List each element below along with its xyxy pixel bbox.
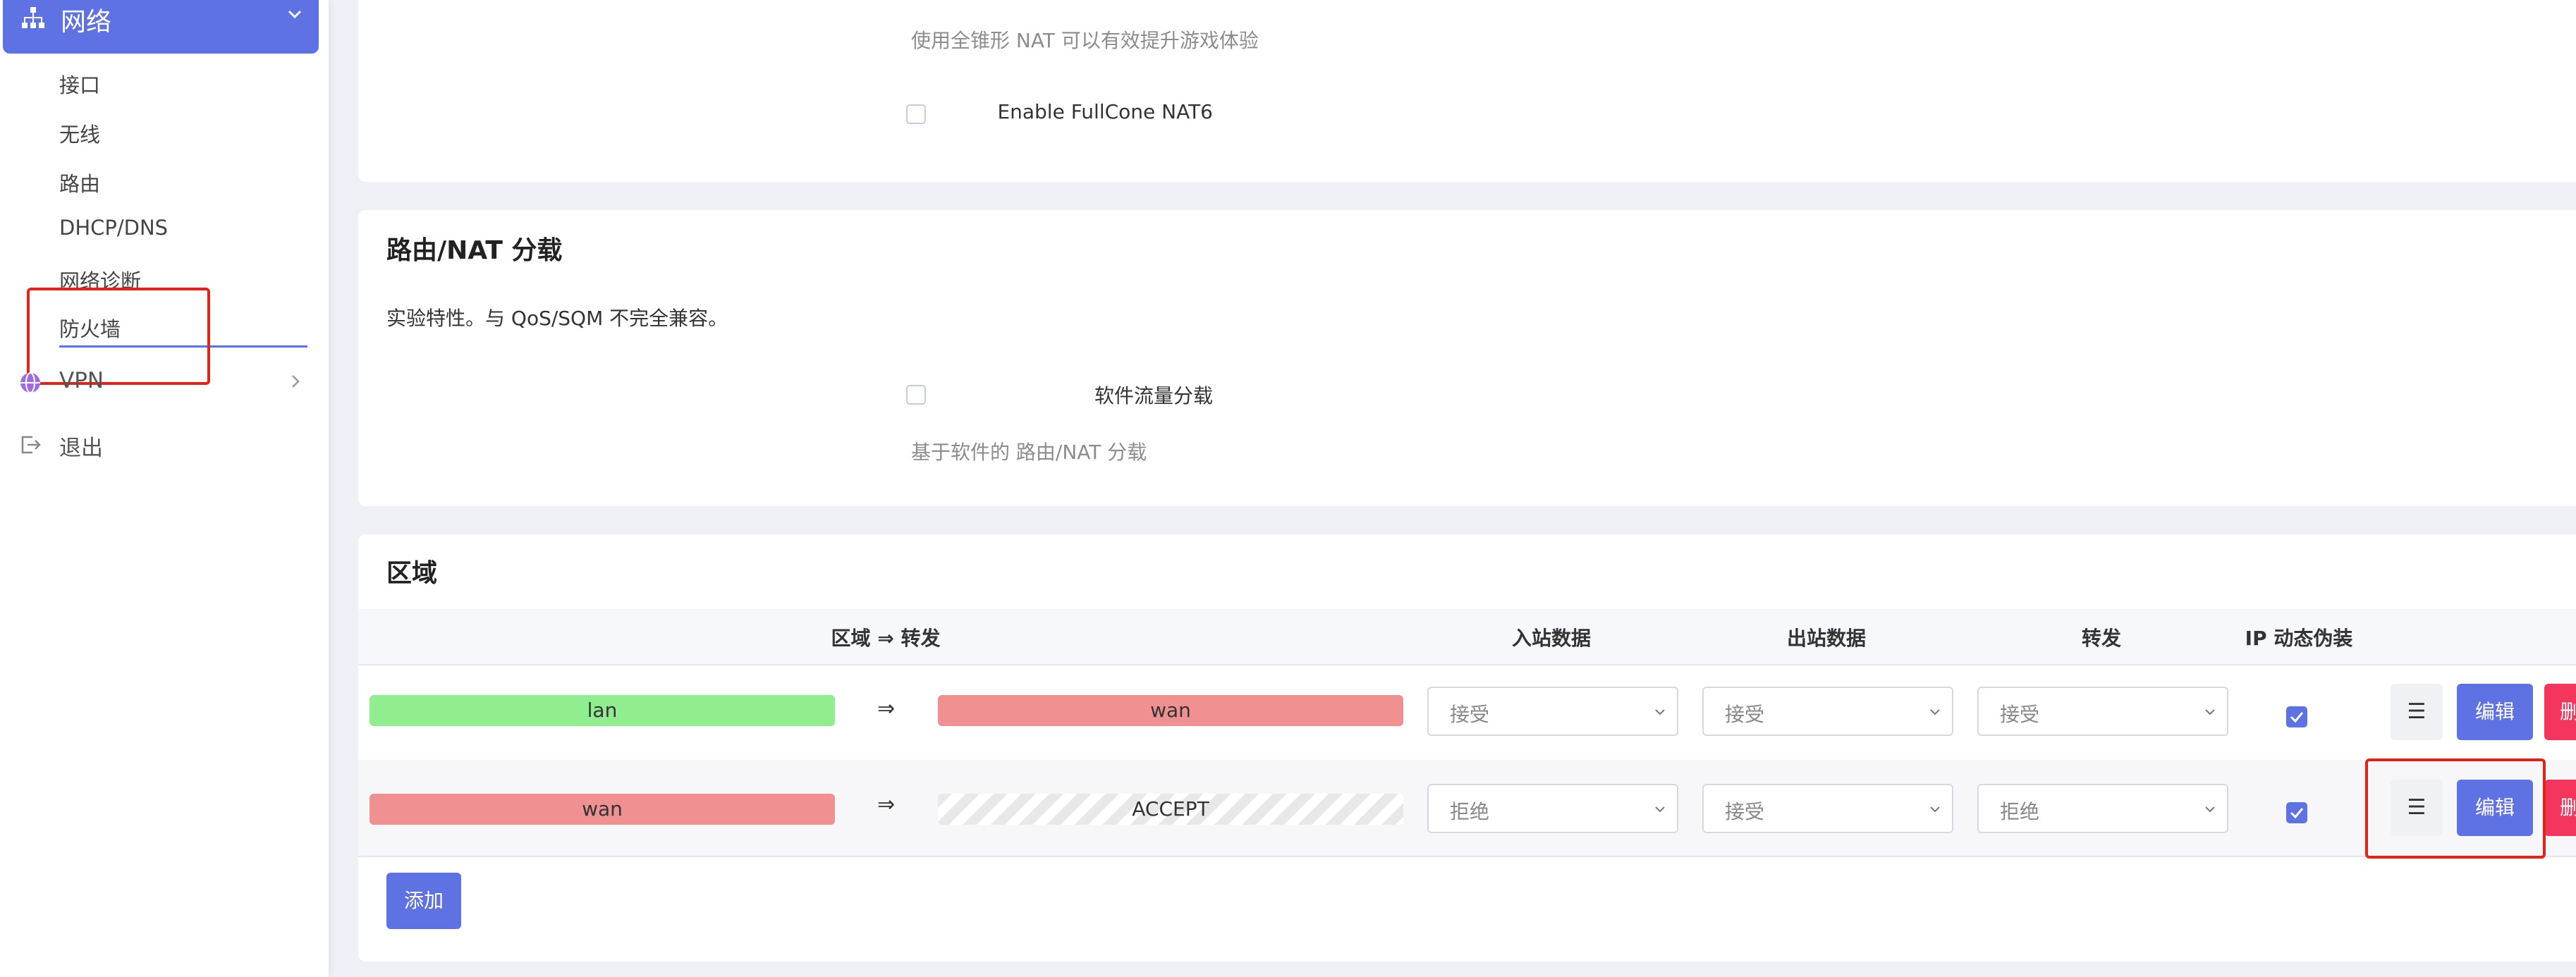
output-select[interactable]: 接受 — [1702, 687, 1953, 736]
check-icon — [2290, 808, 2304, 819]
nav-vpn[interactable]: VPN — [0, 361, 329, 403]
sidebar: 网络 接口 无线 路由 DHCP/DNS 网络诊断 防火墙 VPN 退出 — [0, 0, 329, 977]
software-offload-checkbox[interactable] — [906, 385, 926, 405]
masquerade-checkbox[interactable] — [2286, 706, 2307, 727]
table-row: wan ⇒ ACCEPT 拒绝 接受 拒绝 ☰ 编辑 删除 — [358, 758, 2576, 859]
menu-button[interactable]: ☰ — [2391, 684, 2443, 740]
delete-button[interactable]: 删除 — [2544, 780, 2576, 836]
check-icon — [2290, 712, 2304, 723]
header-zone-forward: 区域 ⇒ 转发 — [831, 627, 941, 650]
subitem-routes[interactable]: 路由 — [59, 168, 100, 197]
fullcone6-checkbox[interactable] — [906, 104, 926, 124]
network-icon — [22, 7, 44, 28]
header-forward: 转发 — [2081, 627, 2122, 650]
output-select[interactable]: 接受 — [1702, 784, 1953, 833]
header-input: 入站数据 — [1511, 627, 1592, 650]
input-select-value: 接受 — [1450, 703, 1490, 726]
subitem-dhcp-dns[interactable]: DHCP/DNS — [59, 216, 168, 240]
edit-button[interactable]: 编辑 — [2457, 684, 2533, 740]
subitem-wireless[interactable]: 无线 — [59, 118, 100, 148]
software-offload-label: 软件流量分载 — [1094, 384, 1213, 407]
chevron-down-icon — [1655, 709, 1665, 715]
zones-title: 区域 — [386, 559, 438, 588]
fullcone6-label: Enable FullCone NAT6 — [997, 100, 1213, 123]
input-select[interactable]: 接受 — [1427, 687, 1678, 736]
forward-arrow: ⇒ — [877, 696, 896, 721]
offload-title: 路由/NAT 分载 — [386, 236, 563, 265]
forward-select-value: 接受 — [2000, 703, 2040, 726]
chevron-down-icon — [2205, 709, 2215, 715]
masquerade-checkbox[interactable] — [2286, 802, 2307, 823]
table-row: lan ⇒ wan 接受 接受 接受 ☰ 编辑 删除 — [358, 664, 2576, 761]
logout-icon — [21, 436, 41, 454]
nav-logout-label: 退出 — [59, 436, 103, 461]
forward-select[interactable]: 接受 — [1977, 687, 2228, 736]
chevron-down-icon — [1655, 806, 1665, 813]
chevron-right-icon — [292, 375, 300, 388]
subitem-interfaces[interactable]: 接口 — [59, 69, 100, 99]
chevron-down-icon — [1930, 709, 1940, 715]
fullcone-hint: 使用全锥形 NAT 可以有效提升游戏体验 — [911, 29, 1259, 52]
nav-vpn-label: VPN — [59, 368, 104, 393]
output-select-value: 接受 — [1725, 800, 1765, 823]
header-masquerade: IP 动态伪装 — [2245, 627, 2353, 650]
globe-icon — [20, 372, 40, 393]
delete-button[interactable]: 删除 — [2544, 684, 2576, 740]
nav-network[interactable]: 网络 — [3, 0, 319, 54]
header-output: 出站数据 — [1786, 627, 1867, 650]
offload-card: 路由/NAT 分载 实验特性。与 QoS/SQM 不完全兼容。 软件流量分载 基… — [358, 210, 2576, 506]
nav-network-label: 网络 — [61, 8, 112, 37]
zone-badge: wan — [370, 794, 835, 825]
chevron-down-icon — [1930, 806, 1940, 813]
forward-select[interactable]: 拒绝 — [1977, 784, 2228, 833]
input-select-value: 拒绝 — [1450, 800, 1490, 823]
output-select-value: 接受 — [1725, 703, 1765, 726]
forward-arrow: ⇒ — [877, 792, 896, 817]
add-button[interactable]: 添加 — [386, 873, 461, 929]
input-select[interactable]: 拒绝 — [1427, 784, 1678, 833]
forward-target-badge: wan — [938, 695, 1403, 726]
zones-table-header: 区域 ⇒ 转发 入站数据 出站数据 转发 IP 动态伪装 — [358, 609, 2576, 665]
forward-target-badge: ACCEPT — [938, 794, 1403, 825]
software-offload-hint: 基于软件的 路由/NAT 分载 — [911, 441, 1147, 464]
forward-select-value: 拒绝 — [2000, 800, 2040, 823]
nat-card: 使用全锥形 NAT 可以有效提升游戏体验 Enable FullCone NAT… — [358, 0, 2576, 182]
nav-logout[interactable]: 退出 — [0, 423, 329, 465]
highlight-box-edit — [2365, 758, 2546, 859]
chevron-down-icon — [288, 10, 302, 19]
zone-badge: lan — [370, 695, 835, 726]
zones-card: 区域 区域 ⇒ 转发 入站数据 出站数据 转发 IP 动态伪装 lan ⇒ wa… — [358, 534, 2576, 961]
offload-description: 实验特性。与 QoS/SQM 不完全兼容。 — [386, 307, 728, 330]
chevron-down-icon — [2205, 806, 2215, 813]
